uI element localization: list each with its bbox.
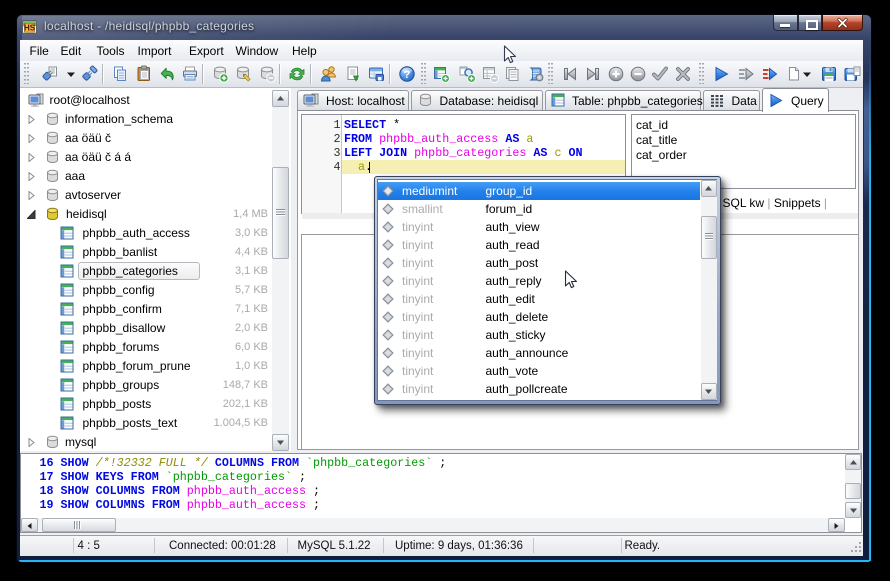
svg-text:HS: HS <box>24 24 36 33</box>
svg-text:?: ? <box>404 69 411 81</box>
